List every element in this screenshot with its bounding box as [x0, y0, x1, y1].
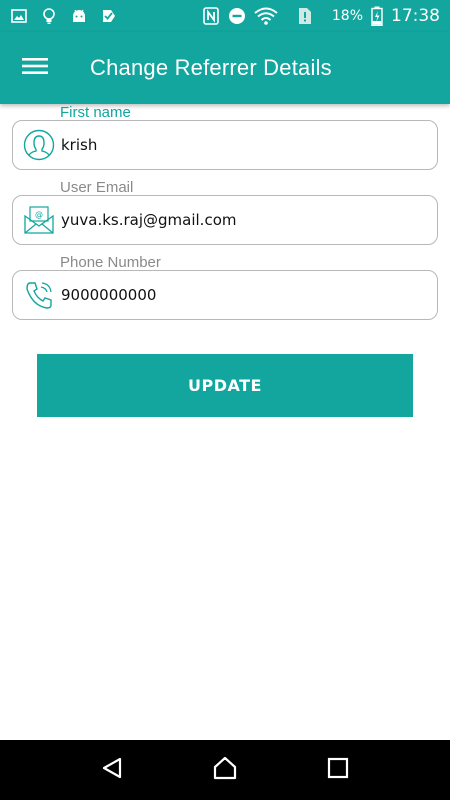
first-name-value: krish — [61, 136, 98, 154]
first-name-label: First name — [60, 104, 131, 121]
phone-icon — [19, 270, 59, 320]
mail-icon: @ — [19, 195, 59, 245]
user-icon — [19, 120, 59, 170]
navigation-bar — [0, 740, 450, 800]
first-name-field[interactable]: krish — [12, 120, 438, 170]
lightbulb-icon — [40, 7, 58, 25]
wifi-icon — [254, 7, 278, 25]
email-label: User Email — [60, 179, 134, 196]
battery-charging-icon — [371, 6, 383, 26]
phone-value: 9000000000 — [61, 286, 157, 304]
phone-label: Phone Number — [60, 254, 161, 271]
phone-field[interactable]: 9000000000 — [12, 270, 438, 320]
sim-alert-icon — [296, 7, 314, 25]
home-icon — [212, 755, 238, 786]
svg-text:@: @ — [35, 210, 43, 219]
recents-button[interactable] — [313, 745, 363, 795]
back-button[interactable] — [87, 745, 137, 795]
status-system: 18% 17:38 — [202, 6, 440, 26]
page-title: Change Referrer Details — [90, 55, 332, 80]
back-triangle-icon — [100, 756, 124, 785]
image-icon — [10, 7, 28, 25]
status-bar: 18% 17:38 — [0, 0, 450, 32]
email-field[interactable]: @ yuva.ks.raj@gmail.com — [12, 195, 438, 245]
android-icon — [70, 7, 88, 25]
checklist-icon — [100, 7, 118, 25]
status-time: 17:38 — [391, 6, 440, 26]
dnd-icon — [228, 7, 246, 25]
app-bar: Change Referrer Details — [0, 32, 450, 104]
status-notifications — [10, 7, 118, 25]
email-value: yuva.ks.raj@gmail.com — [61, 211, 237, 229]
battery-percent: 18% — [331, 8, 363, 24]
home-button[interactable] — [200, 745, 250, 795]
menu-button[interactable] — [0, 32, 70, 104]
nfc-icon — [202, 7, 220, 25]
recents-square-icon — [327, 757, 349, 784]
update-button[interactable]: UPDATE — [37, 354, 413, 417]
hamburger-menu-icon — [22, 56, 48, 81]
